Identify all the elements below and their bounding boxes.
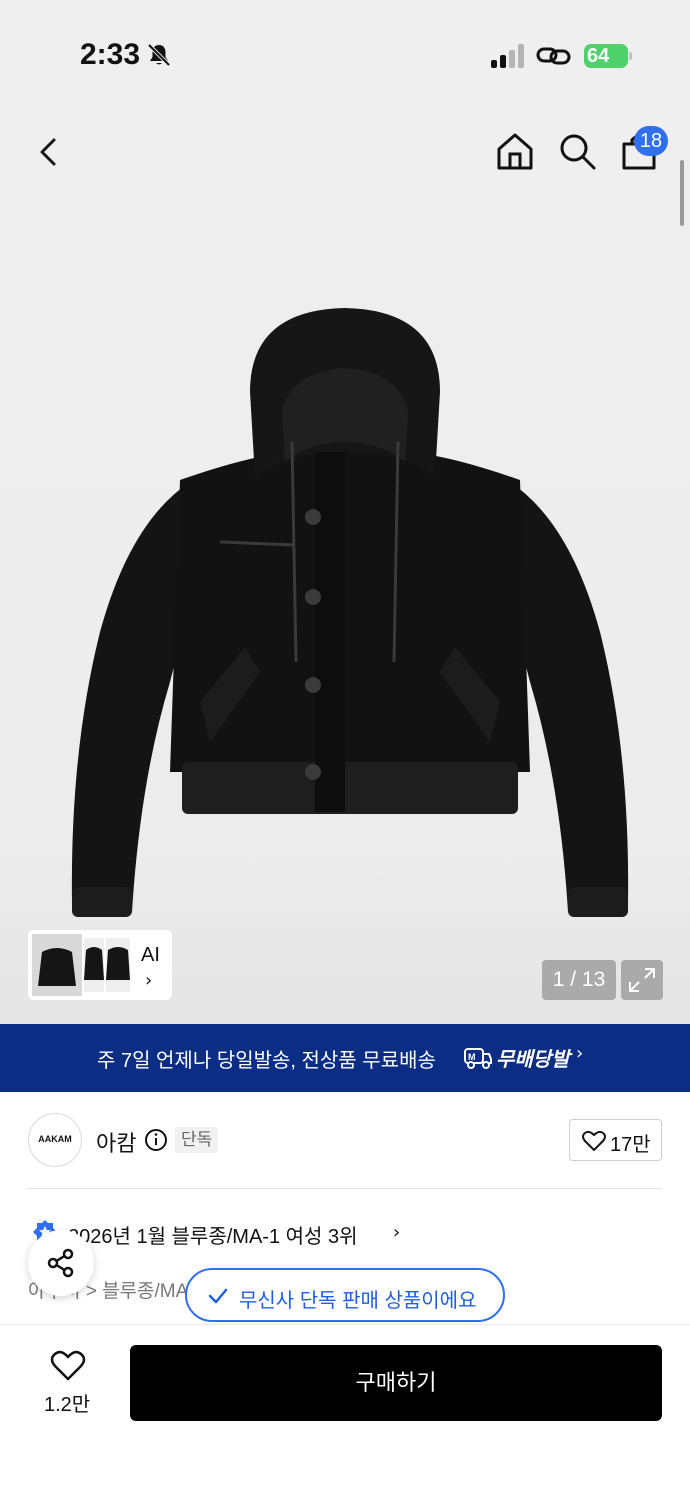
chevron-right-icon: › xyxy=(393,1222,401,1243)
search-icon[interactable] xyxy=(556,130,598,172)
svg-text:M: M xyxy=(468,1052,476,1062)
brand-logo[interactable]: AAKAM xyxy=(28,1113,82,1167)
brand-name[interactable]: 아캄 xyxy=(96,1126,136,1158)
battery-indicator: 64 xyxy=(584,44,632,68)
ai-label: AI xyxy=(141,944,160,966)
personal-hotspot-icon xyxy=(536,47,571,65)
home-icon[interactable] xyxy=(494,130,536,172)
toast-text: 무신사 단독 판매 상품이에요 xyxy=(239,1290,477,1312)
status-time: 2:33 xyxy=(80,38,141,71)
brand-like-count: 17만 xyxy=(610,1134,651,1156)
heart-icon xyxy=(582,1130,606,1151)
ranking-text[interactable]: 2026년 1월 블루종/MA-1 여성 3위 xyxy=(68,1220,358,1249)
cart-count-badge: 18 xyxy=(634,126,668,156)
status-bar: 2:33 64 xyxy=(0,0,690,110)
exclusive-tag: 단독 xyxy=(175,1127,219,1153)
scrollbar[interactable] xyxy=(680,160,684,226)
thumbnail-images xyxy=(32,934,130,996)
exclusive-toast: 무신사 단독 판매 상품이에요 xyxy=(185,1268,505,1322)
banner-text: 주 7일 언제나 당일발송, 전상품 무료배송 xyxy=(97,1050,436,1072)
product-image-gallery[interactable]: 18 AI › 1 / 13 xyxy=(0,110,690,1024)
info-icon[interactable] xyxy=(144,1128,168,1152)
heart-icon[interactable] xyxy=(50,1350,86,1382)
share-button[interactable] xyxy=(28,1230,94,1296)
brand-like-button[interactable]: 17만 xyxy=(569,1119,662,1161)
battery-level: 64 xyxy=(587,45,610,67)
ai-thumbnail-card[interactable]: AI › xyxy=(28,930,172,1000)
free-delivery-badge: 무배당발 xyxy=(496,1049,570,1071)
chevron-right-icon: › xyxy=(576,1043,584,1064)
image-page-counter: 1 / 13 xyxy=(542,960,616,1000)
buy-button[interactable]: 구매하기 xyxy=(130,1345,662,1421)
product-jacket-image xyxy=(71,308,629,917)
cellular-signal-icon xyxy=(491,44,525,68)
divider xyxy=(28,1188,662,1189)
check-icon xyxy=(208,1288,228,1304)
expand-icon[interactable] xyxy=(621,960,663,1000)
share-icon xyxy=(47,1248,74,1278)
bell-off-icon xyxy=(147,43,171,67)
wishlist-count: 1.2만 xyxy=(44,1394,91,1416)
back-icon[interactable] xyxy=(30,132,70,172)
delivery-banner[interactable]: 주 7일 언제나 당일발송, 전상품 무료배송 M 무배당발 › xyxy=(0,1024,690,1092)
chevron-right-icon: › xyxy=(145,970,153,991)
delivery-truck-icon: M xyxy=(464,1048,492,1069)
brand-logo-text: AAKAM xyxy=(38,1134,72,1144)
